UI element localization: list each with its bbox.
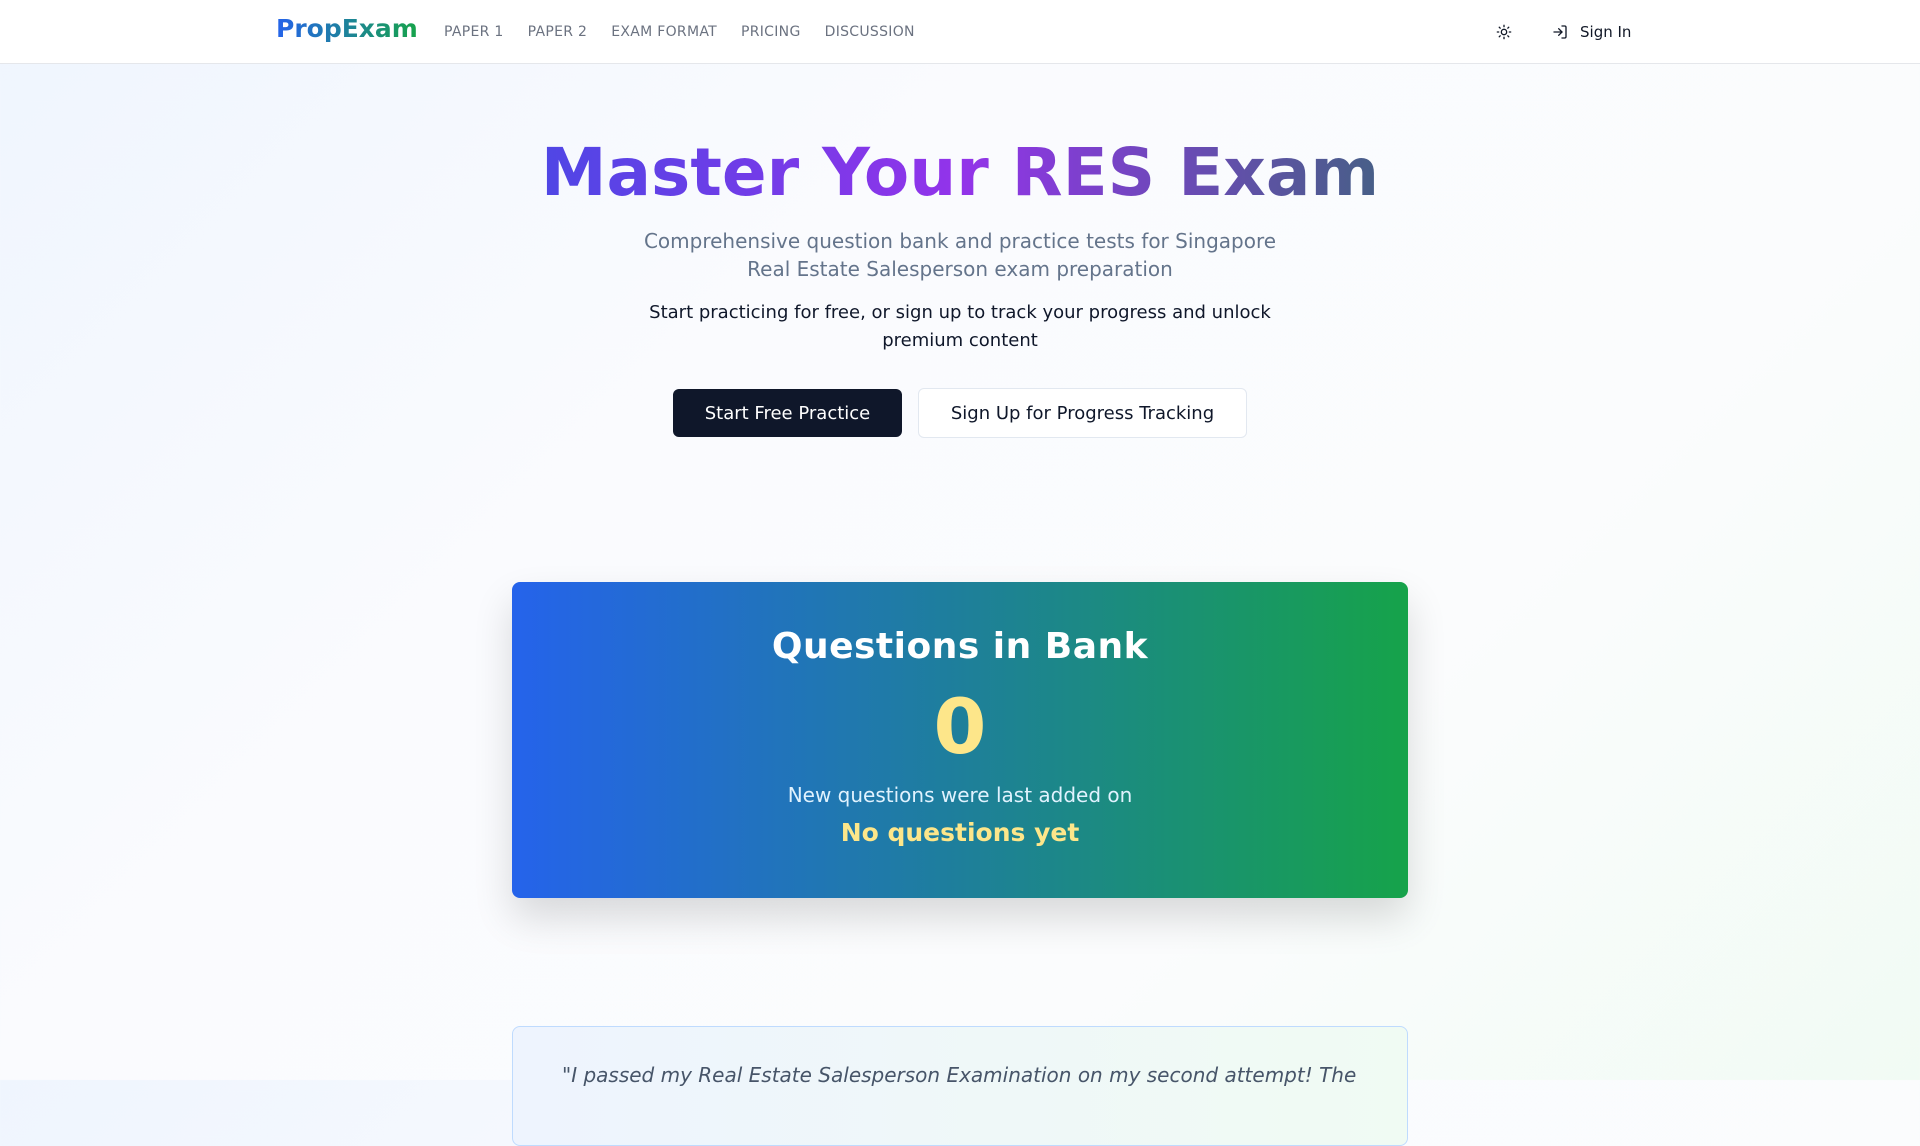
question-count: 0 <box>933 682 987 771</box>
sign-in-button[interactable]: Sign In <box>1546 18 1637 46</box>
log-in-icon <box>1553 25 1567 39</box>
sign-in-label: Sign In <box>1580 23 1632 41</box>
question-bank-card: Questions in Bank 0 New questions were l… <box>512 582 1408 898</box>
last-added-note: New questions were last added on <box>787 783 1133 807</box>
testimonial-card: "I passed my Real Estate Salesperson Exa… <box>512 1026 1408 1146</box>
question-bank-title: Questions in Bank <box>771 626 1149 667</box>
sun-icon <box>1496 24 1512 40</box>
nav-links: PAPER 1 PAPER 2 EXAM FORMAT PRICING DISC… <box>444 24 915 40</box>
start-free-practice-button[interactable]: Start Free Practice <box>673 389 902 437</box>
theme-toggle-button[interactable] <box>1490 20 1518 44</box>
hero-title: Master Your RES Exam <box>0 132 1920 214</box>
hero-description: Start practicing for free, or sign up to… <box>649 302 1271 351</box>
testimonial-quote: "I passed my Real Estate Salesperson Exa… <box>562 1063 1357 1087</box>
hero-subtitle: Comprehensive question bank and practice… <box>643 229 1277 281</box>
nav-link-discussion[interactable]: DISCUSSION <box>825 24 915 40</box>
top-navbar: PropExam PAPER 1 PAPER 2 EXAM FORMAT PRI… <box>0 0 1920 64</box>
brand-logo[interactable]: PropExam <box>276 14 418 43</box>
nav-link-exam-format[interactable]: EXAM FORMAT <box>611 24 717 40</box>
last-added-value: No questions yet <box>840 818 1080 847</box>
hero-title-text: Master Your RES Exam <box>540 134 1380 211</box>
nav-link-paper-1[interactable]: PAPER 1 <box>444 24 504 40</box>
nav-link-pricing[interactable]: PRICING <box>741 24 801 40</box>
nav-link-paper-2[interactable]: PAPER 2 <box>528 24 588 40</box>
sign-up-progress-button[interactable]: Sign Up for Progress Tracking <box>918 388 1247 438</box>
